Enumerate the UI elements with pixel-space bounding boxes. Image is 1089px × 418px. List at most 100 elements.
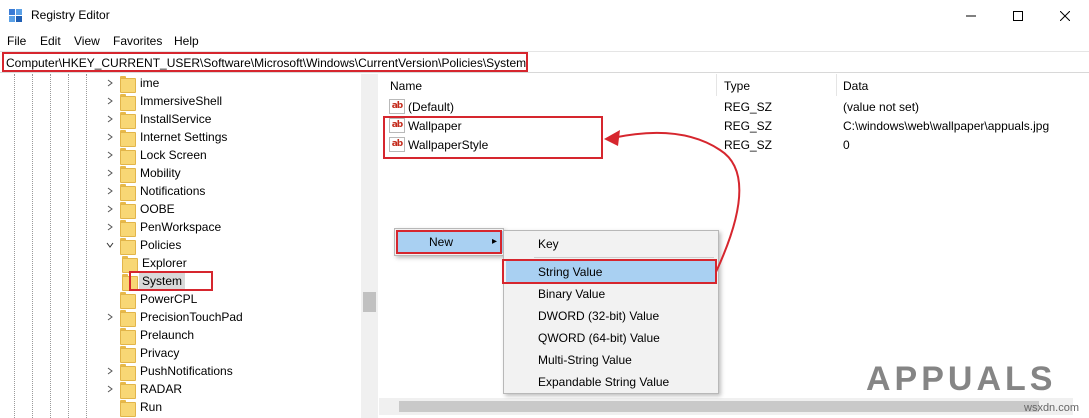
menu-edit[interactable]: Edit	[40, 34, 61, 48]
folder-icon	[120, 291, 136, 309]
folder-icon	[120, 219, 136, 237]
folder-icon	[120, 201, 136, 219]
tree-item[interactable]: Prelaunch	[105, 326, 194, 345]
string-value-icon: ab	[389, 99, 405, 114]
chevron-right-icon[interactable]	[105, 132, 115, 142]
registry-editor-icon	[9, 9, 22, 22]
tree-item[interactable]: RADAR	[105, 380, 183, 399]
submenu-item-label: QWORD (64-bit) Value	[538, 331, 660, 345]
column-header-name[interactable]: Name	[390, 79, 422, 93]
menu-favorites[interactable]: Favorites	[113, 34, 162, 48]
tree-item[interactable]: Privacy	[105, 344, 179, 363]
tree-item[interactable]: PenWorkspace	[105, 218, 222, 237]
folder-icon	[120, 381, 136, 399]
tree-item-label: Explorer	[142, 256, 187, 270]
submenu-item-binary-value[interactable]: Binary Value	[506, 283, 716, 305]
tree-item-label: RADAR	[140, 382, 183, 396]
tree-item-label: PenWorkspace	[140, 220, 222, 234]
menu-help[interactable]: Help	[174, 34, 199, 48]
watermark-logo: APPUALS	[866, 360, 1057, 398]
chevron-right-icon[interactable]	[105, 150, 115, 160]
key-tree-pane: ime ImmersiveShell InstallService Internet …	[0, 74, 378, 418]
folder-icon	[120, 237, 136, 255]
string-value-highlight-box	[502, 259, 717, 284]
window-title: Registry Editor	[31, 8, 110, 22]
address-highlight-box	[2, 52, 528, 72]
chevron-right-icon[interactable]	[105, 96, 115, 106]
tree-item-label: OOBE	[140, 202, 175, 216]
tree-item-label: PushNotifications	[140, 364, 233, 378]
tree-item-label: Internet Settings	[140, 130, 228, 144]
submenu-item-expandable-string-value[interactable]: Expandable String Value	[506, 371, 716, 393]
folder-icon	[120, 345, 136, 363]
folder-icon	[122, 255, 138, 273]
submenu-item-qword-64-bit-value[interactable]: QWORD (64-bit) Value	[506, 327, 716, 349]
tree-scroll-thumb[interactable]	[363, 292, 376, 312]
value-row-default[interactable]: ab (Default) REG_SZ (value not set)	[379, 98, 1079, 117]
menu-bar: File Edit View Favorites Help	[0, 31, 1089, 51]
submenu-item-dword-32-bit-value[interactable]: DWORD (32-bit) Value	[506, 305, 716, 327]
chevron-right-icon[interactable]	[105, 114, 115, 124]
list-scroll-thumb[interactable]	[399, 401, 1039, 412]
chevron-right-icon[interactable]	[105, 366, 115, 376]
chevron-right-icon[interactable]	[105, 312, 115, 322]
tree-item[interactable]: PushNotifications	[105, 362, 233, 381]
expander-placeholder	[105, 402, 115, 412]
chevron-right-icon[interactable]	[105, 222, 115, 232]
value-type: REG_SZ	[724, 100, 773, 114]
maximize-button[interactable]	[995, 0, 1041, 31]
close-button[interactable]	[1042, 0, 1088, 31]
submenu-item-label: Key	[538, 237, 559, 251]
tree-item[interactable]: Notifications	[105, 182, 205, 201]
column-header-type[interactable]: Type	[724, 79, 750, 93]
chevron-right-icon[interactable]	[105, 204, 115, 214]
tree-scrollbar[interactable]	[361, 74, 378, 418]
tree-item[interactable]: PrecisionTouchPad	[105, 308, 243, 327]
tree-item-label: ime	[140, 76, 160, 90]
chevron-right-icon[interactable]	[105, 384, 115, 394]
column-header-data[interactable]: Data	[843, 79, 868, 93]
folder-icon	[120, 327, 136, 345]
folder-icon	[120, 93, 136, 111]
chevron-right-icon[interactable]	[105, 168, 115, 178]
folder-icon	[120, 129, 136, 147]
expander-placeholder	[105, 348, 115, 358]
minimize-button[interactable]	[948, 0, 994, 31]
tree-item[interactable]: InstallService	[105, 110, 212, 129]
tree-item-label: PrecisionTouchPad	[140, 310, 243, 324]
tree-item[interactable]: Policies	[105, 236, 182, 255]
tree-item[interactable]: Internet Settings	[105, 128, 228, 147]
tree-item-label: InstallService	[140, 112, 212, 126]
chevron-right-icon[interactable]	[105, 78, 115, 88]
tree-item[interactable]: Lock Screen	[105, 146, 207, 165]
submenu-item-key[interactable]: Key	[506, 233, 716, 255]
folder-icon	[120, 75, 136, 93]
chevron-down-icon[interactable]	[105, 240, 115, 250]
value-type: REG_SZ	[724, 138, 773, 152]
tree-item[interactable]: OOBE	[105, 200, 175, 219]
title-bar: Registry Editor	[0, 0, 1089, 31]
submenu-item-multi-string-value[interactable]: Multi-String Value	[506, 349, 716, 371]
value-type: REG_SZ	[724, 119, 773, 133]
list-horizontal-scrollbar[interactable]	[379, 398, 1073, 415]
menu-view[interactable]: View	[74, 34, 100, 48]
tree-item-label: Run	[140, 400, 163, 414]
new-values-highlight-box	[383, 116, 603, 159]
new-item-highlight-box	[396, 230, 502, 254]
close-icon	[1060, 10, 1070, 21]
tree-item-label: Policies	[140, 238, 182, 252]
tree-item[interactable]: Run	[105, 398, 163, 417]
submenu-item-label: Multi-String Value	[538, 353, 632, 367]
tree-item[interactable]: Explorer	[122, 254, 187, 273]
new-submenu: Key String Value Binary Value DWORD (32-bit…	[503, 230, 719, 394]
submenu-item-label: Binary Value	[538, 287, 606, 301]
chevron-right-icon[interactable]	[105, 186, 115, 196]
tree-item[interactable]: PowerCPL	[105, 290, 197, 309]
tree-item[interactable]: ime	[105, 74, 160, 93]
tree-item[interactable]: ImmersiveShell	[105, 92, 222, 111]
tree-item[interactable]: Mobility	[105, 164, 181, 183]
folder-icon	[120, 363, 136, 381]
menu-file[interactable]: File	[7, 34, 26, 48]
value-name: (Default)	[408, 100, 455, 114]
folder-icon	[120, 309, 136, 327]
